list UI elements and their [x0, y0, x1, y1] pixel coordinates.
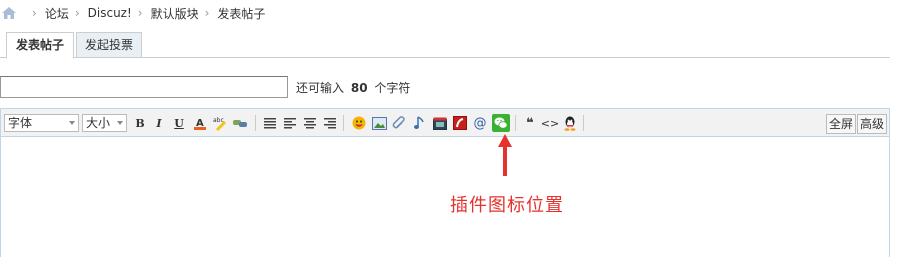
at-mention-icon[interactable]: @ [472, 115, 488, 131]
align-center-icon[interactable] [302, 115, 318, 131]
smiley-icon[interactable] [351, 115, 367, 131]
font-select-label: 字体 [8, 116, 33, 130]
chevron-down-icon [117, 121, 123, 125]
subject-char-hint: 还可输入 80 个字符 [296, 79, 410, 96]
image-icon[interactable] [371, 115, 387, 131]
tab-new-poll[interactable]: 发起投票 [76, 32, 142, 58]
code-icon[interactable]: <> [541, 115, 559, 131]
subject-hint-count: 80 [350, 80, 368, 95]
align-left-icon[interactable] [282, 115, 298, 131]
toolbar-separator [583, 115, 584, 131]
bold-button[interactable]: B [132, 115, 148, 131]
breadcrumb-forum[interactable]: 论坛 [45, 5, 69, 22]
link-icon[interactable] [232, 115, 248, 131]
toolbar-separator [515, 115, 516, 131]
breadcrumb-separator: › [137, 6, 143, 20]
video-icon[interactable] [432, 115, 448, 131]
annotation-arrow [498, 134, 512, 176]
chevron-down-icon [69, 121, 75, 125]
post-type-tabs: 发表帖子 发起投票 [0, 28, 890, 59]
annotation-label: 插件图标位置 [450, 195, 564, 216]
toolbar-separator [343, 115, 344, 131]
fullscreen-button[interactable]: 全屏 [826, 114, 857, 134]
tab-new-thread[interactable]: 发表帖子 [6, 32, 74, 59]
highlight-icon[interactable]: abc [212, 115, 228, 131]
advanced-button[interactable]: 高级 [857, 114, 888, 134]
underline-button[interactable]: U [171, 115, 187, 131]
breadcrumb-separator: › [32, 6, 37, 20]
qq-icon[interactable] [562, 115, 578, 131]
breadcrumb-separator: › [204, 6, 210, 20]
quote-icon[interactable]: ❝ [522, 115, 538, 131]
size-select[interactable]: 大小 [82, 114, 127, 132]
size-select-label: 大小 [86, 116, 111, 130]
editor-toolbar: 字体 大小 B I U A abc @ ❝ <> 全屏 高级 [1, 109, 889, 137]
italic-button[interactable]: I [151, 115, 167, 131]
toolbar-separator [255, 115, 256, 131]
breadcrumb-discuz[interactable]: Discuz! [88, 6, 132, 20]
breadcrumb-current: 发表帖子 [217, 6, 266, 21]
subject-row: 还可输入 80 个字符 [0, 76, 410, 98]
attachment-icon[interactable] [391, 115, 407, 131]
align-right-icon[interactable] [322, 115, 338, 131]
subject-input[interactable] [0, 76, 288, 98]
breadcrumb-separator: › [74, 6, 80, 20]
home-icon[interactable] [2, 7, 16, 19]
editor: 字体 大小 B I U A abc @ ❝ <> 全屏 高级 [0, 108, 890, 258]
breadcrumb: › 论坛 › Discuz! › 默认版块 › 发表帖子 [0, 3, 265, 23]
editor-textarea[interactable] [1, 137, 889, 258]
font-select[interactable]: 字体 [4, 114, 79, 132]
align-justify-icon[interactable] [262, 115, 278, 131]
subject-hint-prefix: 还可输入 [296, 80, 345, 95]
subject-hint-suffix: 个字符 [374, 80, 411, 95]
wechat-icon[interactable] [492, 114, 510, 132]
flash-icon[interactable] [452, 115, 468, 131]
music-icon[interactable] [411, 115, 427, 131]
font-color-icon[interactable]: A [192, 115, 208, 131]
breadcrumb-default-board[interactable]: 默认版块 [151, 5, 199, 22]
